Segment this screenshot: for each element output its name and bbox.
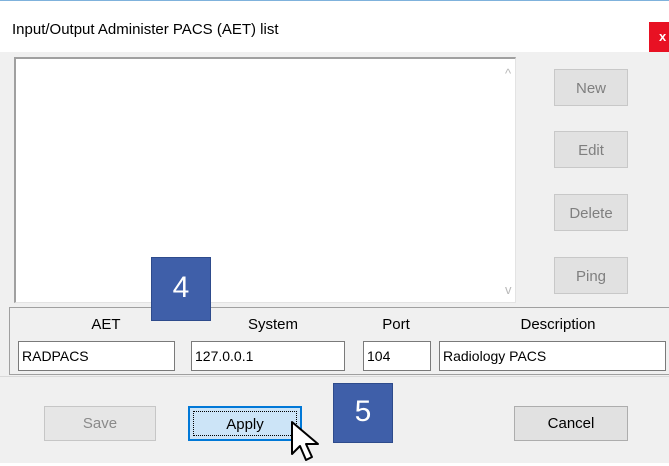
new-button[interactable]: New	[554, 69, 628, 106]
step-4-callout: 4	[151, 257, 211, 321]
description-field[interactable]: Radiology PACS	[439, 341, 666, 371]
system-label: System	[247, 316, 298, 333]
close-button[interactable]: x	[649, 22, 669, 52]
dialog-window: Input/Output Administer PACS (AET) list …	[0, 0, 669, 463]
scroll-down-arrow-icon[interactable]: v	[505, 282, 512, 297]
step-5-callout: 5	[333, 383, 393, 443]
close-icon: x	[659, 29, 667, 44]
system-field[interactable]: 127.0.0.1	[191, 341, 345, 371]
port-field[interactable]: 104	[363, 341, 431, 371]
apply-button[interactable]: Apply	[188, 406, 302, 441]
edit-button[interactable]: Edit	[554, 131, 628, 168]
delete-button[interactable]: Delete	[554, 194, 628, 231]
aet-label: AET	[91, 316, 121, 333]
mouse-pointer-icon	[291, 421, 319, 461]
scroll-up-arrow-icon[interactable]: ^	[505, 66, 511, 81]
window-title: Input/Output Administer PACS (AET) list	[12, 21, 279, 38]
pacs-list[interactable]	[14, 57, 516, 303]
ping-button[interactable]: Ping	[554, 257, 628, 294]
description-label: Description	[520, 316, 596, 333]
apply-button-label: Apply	[226, 416, 264, 433]
cancel-button[interactable]: Cancel	[514, 406, 628, 441]
port-label: Port	[382, 316, 410, 333]
save-button[interactable]: Save	[44, 406, 156, 441]
divider	[0, 376, 669, 377]
title-bar: Input/Output Administer PACS (AET) list …	[0, 0, 669, 52]
aet-field[interactable]: RADPACS	[18, 341, 175, 371]
